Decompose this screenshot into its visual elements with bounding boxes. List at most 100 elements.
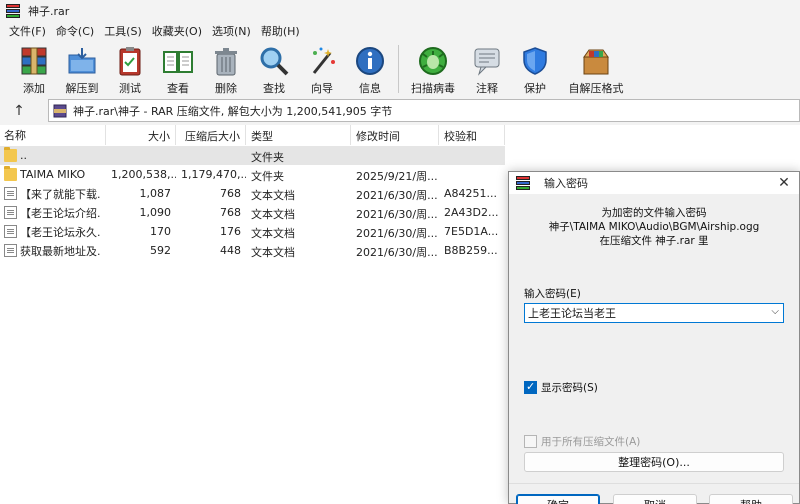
column-modified-header[interactable]: 修改时间 — [351, 125, 439, 145]
sfx-button[interactable]: 自解压格式 — [559, 41, 633, 97]
menu-commands[interactable]: 命令(C) — [51, 23, 99, 39]
extract-to-label: 解压到 — [65, 82, 99, 95]
file-name: 【老王论坛介绍... — [20, 206, 101, 220]
file-crc: B8B259... — [444, 244, 498, 257]
organize-passwords-button[interactable]: 整理密码(O)... — [524, 452, 784, 472]
column-name-header[interactable]: 名称 — [0, 125, 106, 145]
file-modified: 2025/9/21/周... — [356, 170, 438, 183]
window-title: 神子.rar — [28, 4, 70, 18]
find-label: 查找 — [263, 82, 285, 95]
extract-folder-icon — [66, 45, 98, 77]
document-icon — [4, 187, 17, 200]
table-row[interactable]: 【老王论坛永久... 170 176 文本文档 2021/6/30/周... 7… — [0, 222, 505, 241]
menu-help[interactable]: 帮助(H) — [256, 23, 305, 39]
file-name: TAIMA MIKO — [20, 168, 86, 181]
show-password-label: 显示密码(S) — [541, 382, 598, 394]
file-size: 592 — [150, 244, 171, 257]
file-packed-size: 768 — [220, 187, 241, 200]
file-type: 文本文档 — [251, 246, 295, 259]
cancel-button[interactable]: 取消 — [613, 494, 697, 504]
column-size-header[interactable]: 大小 — [106, 125, 176, 145]
column-crc-header[interactable]: 校验和 — [439, 125, 505, 145]
document-icon — [4, 244, 17, 257]
file-type: 文件夹 — [251, 170, 284, 183]
winrar-app-icon — [516, 176, 530, 190]
address-bar[interactable]: 神子.rar\神子 - RAR 压缩文件, 解包大小为 1,200,541,90… — [48, 99, 800, 122]
file-name: 获取最新地址及... — [20, 244, 101, 258]
dialog-body: 为加密的文件输入密码 神子\TAIMA MIKO\Audio\BGM\Airsh… — [509, 194, 799, 504]
view-book-icon — [162, 45, 194, 77]
ok-button[interactable]: 确定 — [516, 494, 600, 504]
info-button[interactable]: 信息 — [346, 41, 394, 97]
file-size: 1,090 — [139, 206, 172, 219]
shield-icon — [519, 45, 551, 77]
scan-virus-button[interactable]: 扫描病毒 — [403, 41, 463, 97]
comment-icon — [471, 45, 503, 77]
wizard-button[interactable]: 向导 — [298, 41, 346, 97]
footer-divider — [509, 483, 799, 484]
table-row[interactable]: 【老王论坛介绍... 1,090 768 文本文档 2021/6/30/周...… — [0, 203, 505, 222]
extract-to-button[interactable]: 解压到 — [58, 41, 106, 97]
file-type: 文本文档 — [251, 208, 295, 221]
protect-label: 保护 — [524, 82, 546, 95]
list-header: 名称 大小 压缩后大小 类型 修改时间 校验和 — [0, 125, 505, 145]
file-crc — [439, 165, 505, 184]
file-packed-size: 768 — [220, 206, 241, 219]
file-modified: 2021/6/30/周... — [356, 246, 438, 259]
virus-scan-icon — [417, 45, 449, 77]
file-crc: 2A43D2... — [444, 206, 499, 219]
dialog-title: 输入密码 — [544, 177, 588, 190]
add-button[interactable]: 添加 — [10, 41, 58, 97]
column-type-header[interactable]: 类型 — [246, 125, 351, 145]
file-name: 【来了就能下载... — [20, 187, 101, 201]
password-input[interactable]: 上老王论坛当老王 ⌵ — [524, 303, 784, 323]
help-button[interactable]: 帮助 — [709, 494, 793, 504]
table-row[interactable]: TAIMA MIKO 1,200,538,... 1,179,470,... 文… — [0, 165, 505, 184]
file-size — [106, 146, 176, 165]
file-modified — [351, 146, 439, 165]
add-archive-icon — [18, 45, 50, 77]
file-crc — [439, 146, 505, 165]
file-modified: 2021/6/30/周... — [356, 208, 438, 221]
show-password-checkbox-row[interactable]: 显示密码(S) — [524, 380, 598, 395]
table-row[interactable]: .. 文件夹 — [0, 146, 505, 165]
close-icon[interactable]: ✕ — [775, 174, 793, 192]
address-path: 神子.rar\神子 - RAR 压缩文件, 解包大小为 1,200,541,90… — [73, 104, 393, 118]
scan-virus-label: 扫描病毒 — [411, 82, 455, 95]
table-row[interactable]: 获取最新地址及... 592 448 文本文档 2021/6/30/周... B… — [0, 241, 505, 260]
info-line-2: 神子\TAIMA MIKO\Audio\BGM\Airship.ogg — [548, 221, 760, 233]
trash-icon — [210, 45, 242, 77]
test-button[interactable]: 测试 — [106, 41, 154, 97]
file-packed-size: 448 — [220, 244, 241, 257]
file-packed-size — [176, 146, 246, 165]
info-line-1: 为加密的文件输入密码 — [601, 207, 707, 219]
password-dialog: 输入密码 ✕ 为加密的文件输入密码 神子\TAIMA MIKO\Audio\BG… — [508, 171, 800, 504]
comment-button[interactable]: 注释 — [463, 41, 511, 97]
menu-tools[interactable]: 工具(S) — [99, 23, 147, 39]
file-size: 1,087 — [139, 187, 172, 200]
file-crc: 7E5D1A... — [444, 225, 499, 238]
use-for-all-checkbox-row[interactable]: 用于所有压缩文件(A) — [524, 434, 640, 449]
show-password-checkbox[interactable] — [524, 380, 537, 394]
table-row[interactable]: 【来了就能下载... 1,087 768 文本文档 2021/6/30/周...… — [0, 184, 505, 203]
delete-button[interactable]: 删除 — [202, 41, 250, 97]
view-button[interactable]: 查看 — [154, 41, 202, 97]
up-arrow-icon[interactable]: ↑ — [0, 99, 38, 123]
toolbar: 添加 解压到 测试 查看 删除 查找 向导 信息 扫描病毒 注释 保护 自解压格… — [0, 41, 800, 97]
file-modified: 2021/6/30/周... — [356, 189, 438, 202]
file-type: 文本文档 — [251, 189, 295, 202]
use-for-all-checkbox[interactable] — [524, 435, 537, 448]
wizard-label: 向导 — [311, 82, 333, 95]
menu-file[interactable]: 文件(F) — [4, 23, 51, 39]
find-button[interactable]: 查找 — [250, 41, 298, 97]
toolbar-separator — [398, 45, 399, 93]
column-packed-header[interactable]: 压缩后大小 — [176, 125, 246, 145]
protect-button[interactable]: 保护 — [511, 41, 559, 97]
file-size: 170 — [150, 225, 171, 238]
chevron-down-icon[interactable]: ⌵ — [771, 306, 779, 317]
menu-favorites[interactable]: 收藏夹(O) — [147, 23, 207, 39]
file-name: 【老王论坛永久... — [20, 225, 101, 239]
menu-options[interactable]: 选项(N) — [207, 23, 256, 39]
file-name: .. — [20, 149, 27, 162]
test-label: 测试 — [119, 82, 141, 95]
